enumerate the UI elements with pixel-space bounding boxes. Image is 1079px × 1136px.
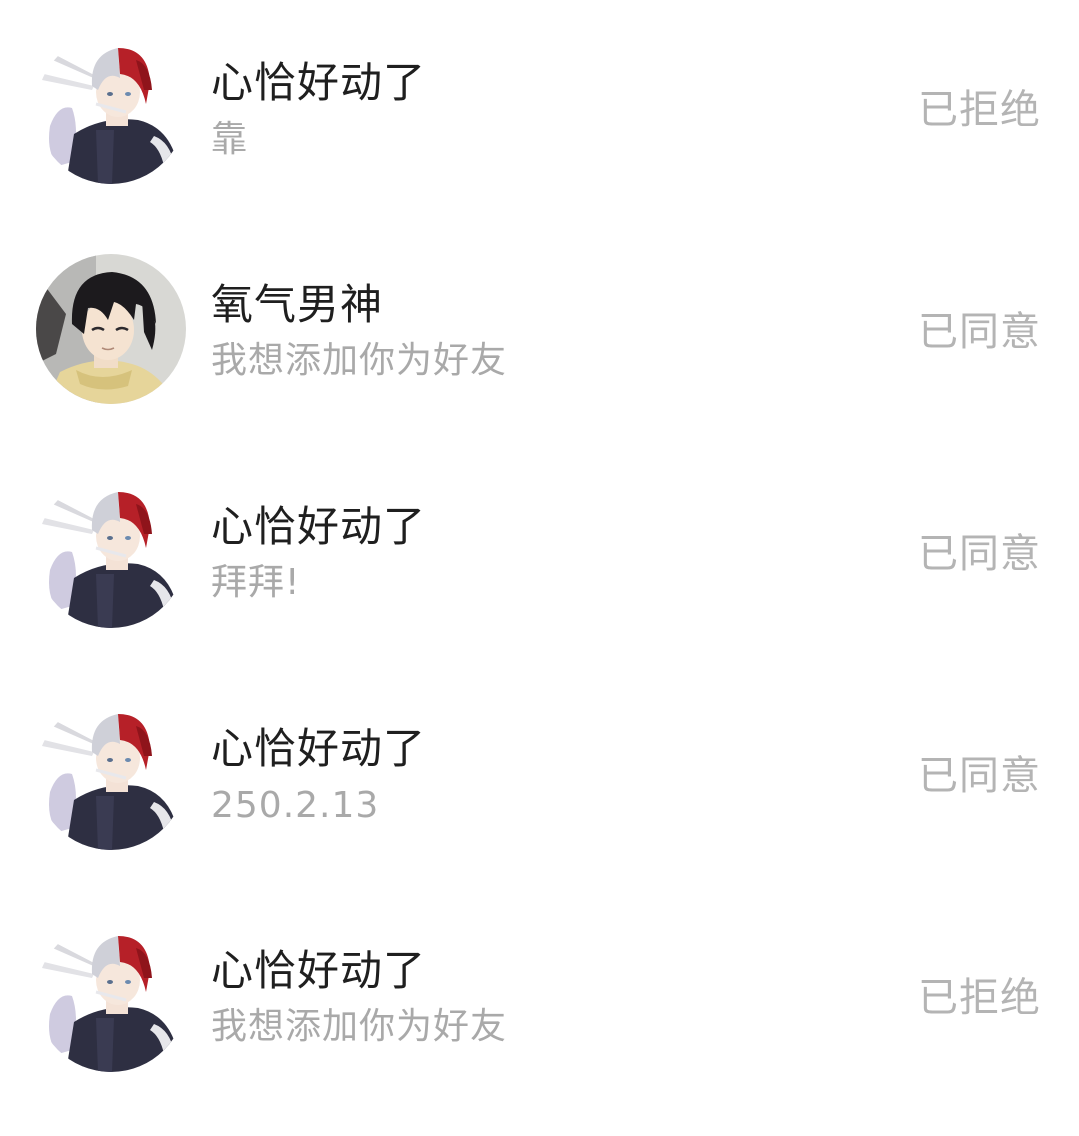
status-badge: 已同意 bbox=[918, 753, 1041, 799]
requester-name: 心恰好动了 bbox=[211, 724, 427, 773]
todoroki-avatar-icon[interactable] bbox=[36, 478, 186, 628]
list-item[interactable]: 氧气男神 我想添加你为好友 已同意 bbox=[0, 222, 1079, 444]
list-item[interactable]: 心恰好动了 250.2.13 已同意 bbox=[0, 666, 1079, 888]
request-message: 我想添加你为好友 bbox=[211, 1006, 508, 1047]
status-badge: 已同意 bbox=[918, 531, 1041, 577]
friend-request-list: 心恰好动了 靠 已拒绝 氧气男神 我想添加你为好友 已同意 心恰好动了 拜拜! … bbox=[0, 0, 1079, 1136]
status-badge: 已拒绝 bbox=[918, 975, 1041, 1021]
list-item[interactable]: 心恰好动了 拜拜! 已同意 bbox=[0, 444, 1079, 666]
request-message: 靠 bbox=[211, 119, 249, 160]
requester-name: 心恰好动了 bbox=[211, 946, 427, 995]
todoroki-avatar-icon[interactable] bbox=[36, 922, 186, 1072]
status-badge: 已同意 bbox=[918, 309, 1041, 355]
todoroki-avatar-icon[interactable] bbox=[36, 34, 186, 184]
list-item[interactable]: 心恰好动了 靠 已拒绝 bbox=[0, 0, 1079, 222]
requester-name: 心恰好动了 bbox=[211, 58, 427, 107]
list-item[interactable]: 心恰好动了 我想添加你为好友 已拒绝 bbox=[0, 888, 1079, 1110]
status-badge: 已拒绝 bbox=[918, 87, 1041, 133]
request-message: 拜拜! bbox=[211, 562, 301, 603]
todoroki-avatar-icon[interactable] bbox=[36, 700, 186, 850]
request-message: 250.2.13 bbox=[211, 785, 380, 826]
requester-name: 氧气男神 bbox=[211, 280, 384, 329]
dark-hair-boy-avatar-icon[interactable] bbox=[36, 254, 186, 404]
requester-name: 心恰好动了 bbox=[211, 502, 427, 551]
request-message: 我想添加你为好友 bbox=[211, 340, 508, 381]
